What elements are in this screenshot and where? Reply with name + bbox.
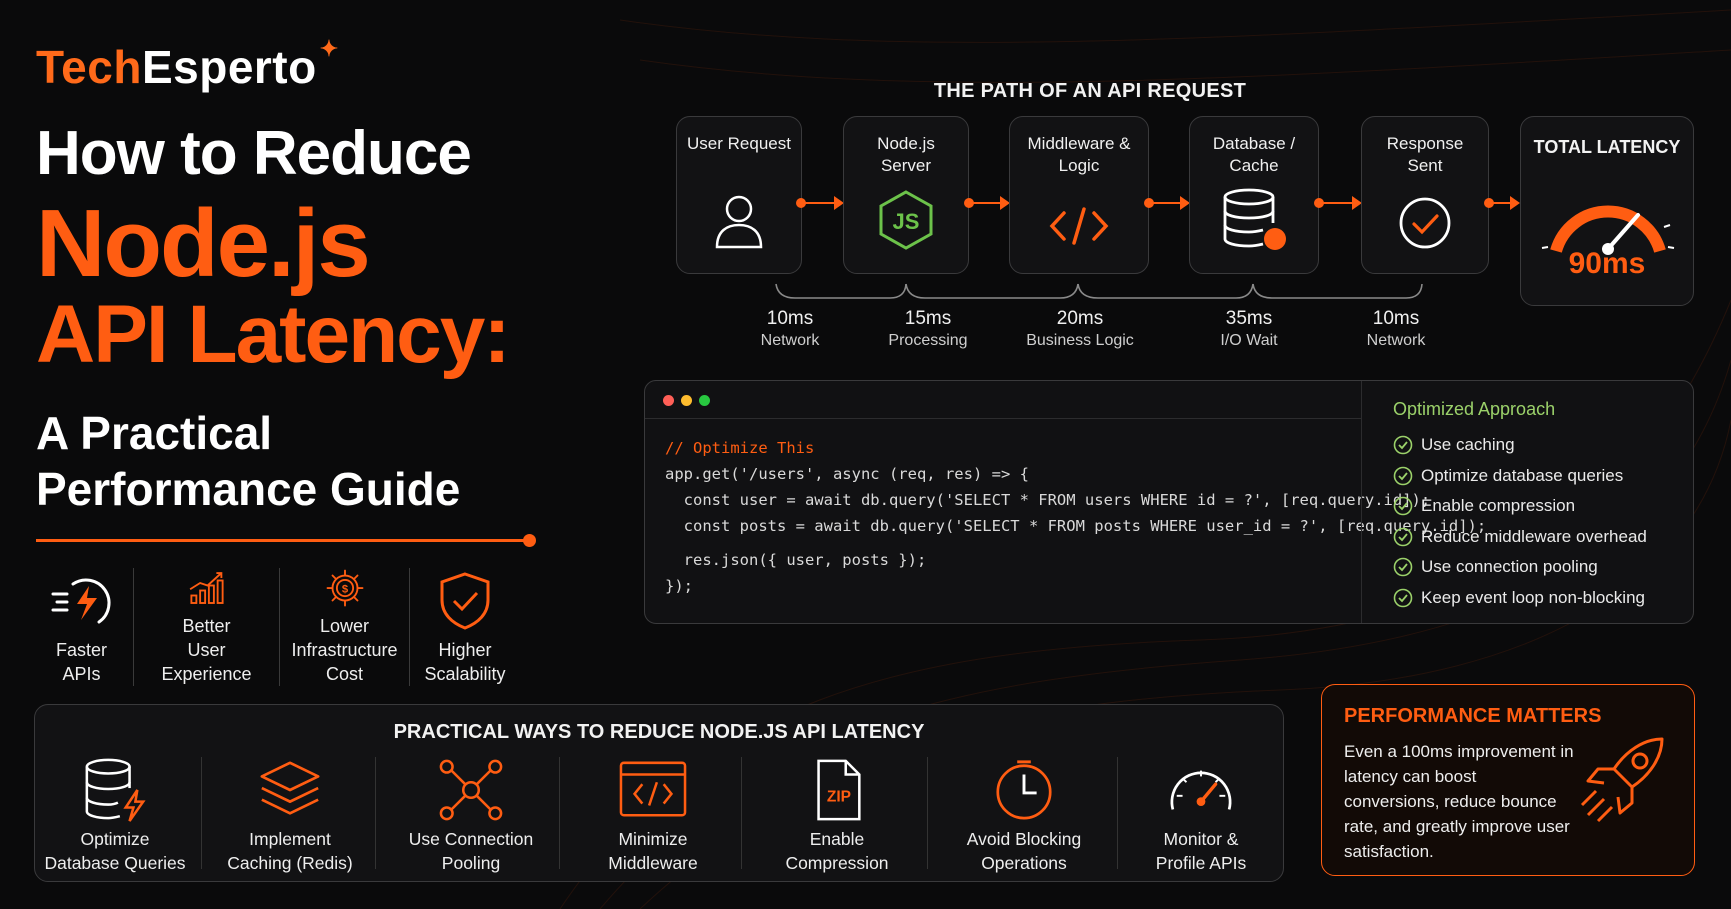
way-label: Use Connection Pooling [408,829,534,873]
way-divider [375,757,376,869]
optimized-item-label: Optimize database queries [1421,465,1624,485]
optimized-item-label: Use connection pooling [1421,557,1598,577]
code-window-icon [619,761,687,817]
optimized-approach-title: Optimized Approach [1393,399,1556,419]
optimized-item: Reduce middleware overhead [1393,522,1647,553]
code-window-bar [645,381,1361,419]
code-divider [1361,381,1362,623]
way-divider [201,757,202,869]
code-line: res.json({ user, posts }); [665,551,927,569]
way-connection-pooling: Use Connection Pooling [381,757,561,875]
check-icon [1393,527,1413,547]
timing-label: Network [1366,332,1426,349]
timing-network-1: 10ms Network [715,308,865,350]
window-close-dot[interactable] [663,395,674,406]
code-comment: // Optimize This [665,439,815,457]
timing-business-logic: 20ms Business Logic [1005,308,1155,350]
svg-text:ZIP: ZIP [827,789,851,806]
way-label: Monitor & Profile APIs [1155,829,1247,873]
code-block: // Optimize This app.get('/users', async … [665,435,1486,599]
timing-label: Processing [888,332,968,349]
practical-ways-panel: PRACTICAL WAYS TO REDUCE NODE.JS API LAT… [34,704,1284,882]
way-label: Implement Caching (Redis) [227,829,353,873]
way-label: Avoid Blocking Operations [966,829,1082,873]
clock-icon [996,760,1052,820]
code-line: }); [665,577,693,595]
way-avoid-blocking: Avoid Blocking Operations [933,757,1115,875]
timing-network-2: 10ms Network [1321,308,1471,350]
database-bolt-icon [85,758,146,822]
way-caching: Implement Caching (Redis) [207,757,373,875]
way-label: Enable Compression [785,829,889,873]
check-icon [1393,496,1413,516]
timing-ms: 10ms [1372,308,1420,329]
window-maximize-dot[interactable] [699,395,710,406]
way-label: Minimize Middleware [608,829,698,873]
way-minimize-middleware: Minimize Middleware [565,757,741,875]
timing-processing: 15ms Processing [853,308,1003,350]
check-icon [1393,557,1413,577]
check-icon [1393,435,1413,455]
check-icon [1393,588,1413,608]
rocket-icon [1580,737,1664,823]
performance-matters-card: PERFORMANCE MATTERS Even a 100ms improve… [1321,684,1695,876]
way-divider [741,757,742,869]
optimized-item: Optimize database queries [1393,461,1647,492]
optimized-item: Enable compression [1393,491,1647,522]
optimized-item-label: Keep event loop non-blocking [1421,587,1645,607]
way-divider [1117,757,1118,869]
timing-ms: 35ms [1225,308,1273,329]
way-divider [559,757,560,869]
optimized-item: Keep event loop non-blocking [1393,583,1647,614]
optimized-item-label: Enable compression [1421,496,1576,516]
timing-label: Network [760,332,820,349]
timing-ms: 15ms [904,308,952,329]
timing-ms: 10ms [766,308,814,329]
timing-label: I/O Wait [1220,332,1278,349]
network-nodes-icon [439,759,503,821]
way-optimize-db: Optimize Database Queries [35,757,195,875]
timing-io-wait: 35ms I/O Wait [1174,308,1324,350]
zip-file-icon: ZIP [817,759,861,821]
practical-ways-title: PRACTICAL WAYS TO REDUCE NODE.JS API LAT… [393,721,925,743]
code-panel: // Optimize This app.get('/users', async … [644,380,1694,624]
performance-body: Even a 100ms improvement in latency can … [1344,742,1574,861]
code-line: const user = await db.query('SELECT * FR… [665,491,1431,509]
optimized-item-label: Reduce middleware overhead [1421,526,1647,546]
gauge-icon [1170,770,1232,810]
optimized-approach-list: Optimized Approach Use caching Optimize … [1393,399,1647,613]
check-icon [1393,466,1413,486]
timing-ms: 20ms [1056,308,1104,329]
optimized-item-label: Use caching [1421,435,1515,455]
way-divider [927,757,928,869]
code-line: const posts = await db.query('SELECT * F… [665,517,1487,535]
performance-title: PERFORMANCE MATTERS [1344,705,1602,727]
window-minimize-dot[interactable] [681,395,692,406]
layers-icon [260,761,320,815]
way-label: Optimize Database Queries [44,829,186,873]
optimized-item: Use connection pooling [1393,552,1647,583]
code-line: app.get('/users', async (req, res) => { [665,465,1029,483]
optimized-item: Use caching [1393,430,1647,461]
timing-label: Business Logic [1026,332,1134,349]
way-compression: ZIP Enable Compression [747,757,927,875]
way-monitor-profile: Monitor & Profile APIs [1123,757,1279,875]
